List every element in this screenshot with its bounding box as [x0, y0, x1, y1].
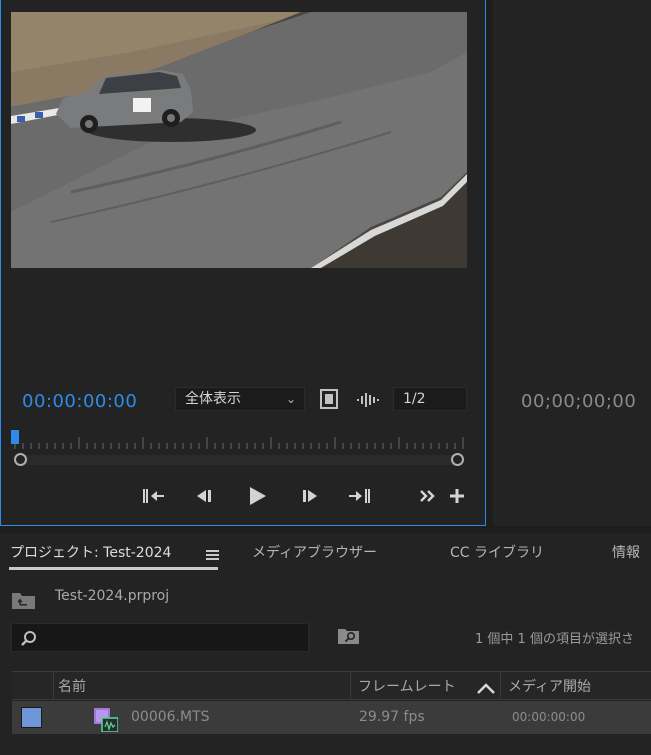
panel-menu-button[interactable] — [206, 546, 219, 560]
program-timecode[interactable]: 00;00;00;00 — [521, 391, 636, 412]
step-forward-button[interactable] — [297, 483, 323, 509]
drag-video-only-icon[interactable] — [319, 388, 339, 410]
tab-info[interactable]: 情報 — [612, 542, 640, 562]
clip-media-start: 00:00:00:00 — [512, 710, 586, 724]
active-tab-indicator — [9, 567, 218, 570]
go-to-out-icon — [349, 489, 370, 503]
video-preview[interactable] — [11, 12, 467, 268]
chevron-down-icon: ⌄ — [285, 392, 296, 406]
source-timecode[interactable]: 00:00:00:00 — [22, 391, 137, 412]
column-header-frame-rate[interactable]: フレームレート — [358, 676, 456, 696]
folder-up-button[interactable] — [11, 590, 37, 610]
column-separator — [350, 671, 351, 700]
zoom-scroll-bar[interactable] — [20, 455, 458, 465]
go-to-in-button[interactable] — [140, 483, 166, 509]
project-file-name: Test-2024.prproj — [55, 588, 170, 604]
clip-name: 00006.MTS — [131, 709, 210, 725]
zoom-level-select[interactable]: 全体表示 ⌄ — [175, 387, 305, 411]
column-separator — [500, 671, 501, 700]
plus-icon — [450, 489, 464, 503]
video-frame-image — [11, 12, 467, 268]
label-color-swatch[interactable] — [21, 707, 42, 728]
find-in-bin-button[interactable] — [337, 627, 361, 647]
zoom-handle-right[interactable] — [451, 453, 464, 466]
zoom-level-value: 全体表示 — [185, 391, 241, 407]
tab-project[interactable]: プロジェクト: Test-2024 — [10, 542, 171, 562]
step-back-button[interactable] — [191, 483, 217, 509]
column-header-name[interactable]: 名前 — [58, 676, 86, 696]
column-separator — [53, 671, 54, 700]
step-forward-icon — [303, 490, 317, 502]
selection-status: 1 個中 1 個の項目が選択さ — [475, 632, 634, 647]
playhead[interactable] — [11, 430, 19, 444]
button-editor-button[interactable] — [444, 483, 470, 509]
video-clip-icon — [94, 708, 119, 733]
folder-up-icon — [12, 593, 35, 609]
go-to-in-icon — [143, 489, 164, 503]
drag-audio-only-icon[interactable] — [356, 390, 380, 410]
tab-cc-libraries[interactable]: CC ライブラリ — [450, 542, 544, 562]
step-back-icon — [197, 490, 211, 502]
chevron-up-icon — [477, 683, 495, 694]
play-icon — [250, 487, 266, 505]
program-monitor-panel — [493, 0, 651, 526]
double-chevron-right-icon — [420, 490, 435, 502]
go-to-out-button[interactable] — [347, 483, 373, 509]
clip-frame-rate: 29.97 fps — [359, 709, 425, 725]
sort-button[interactable] — [476, 680, 496, 694]
time-ruler[interactable] — [11, 434, 467, 449]
column-header-media-start[interactable]: メディア開始 — [508, 676, 591, 696]
search-input[interactable] — [11, 623, 309, 652]
tab-media-browser[interactable]: メディアブラウザー — [252, 542, 377, 562]
zoom-handle-left[interactable] — [14, 453, 27, 466]
clip-icon — [94, 708, 119, 733]
bin-search-icon — [338, 629, 359, 644]
hamburger-menu-icon — [206, 550, 219, 560]
play-button[interactable] — [244, 483, 270, 509]
search-icon — [21, 631, 36, 646]
playback-resolution-select[interactable]: 1/2 — [393, 387, 467, 411]
more-controls-button[interactable] — [415, 483, 441, 509]
